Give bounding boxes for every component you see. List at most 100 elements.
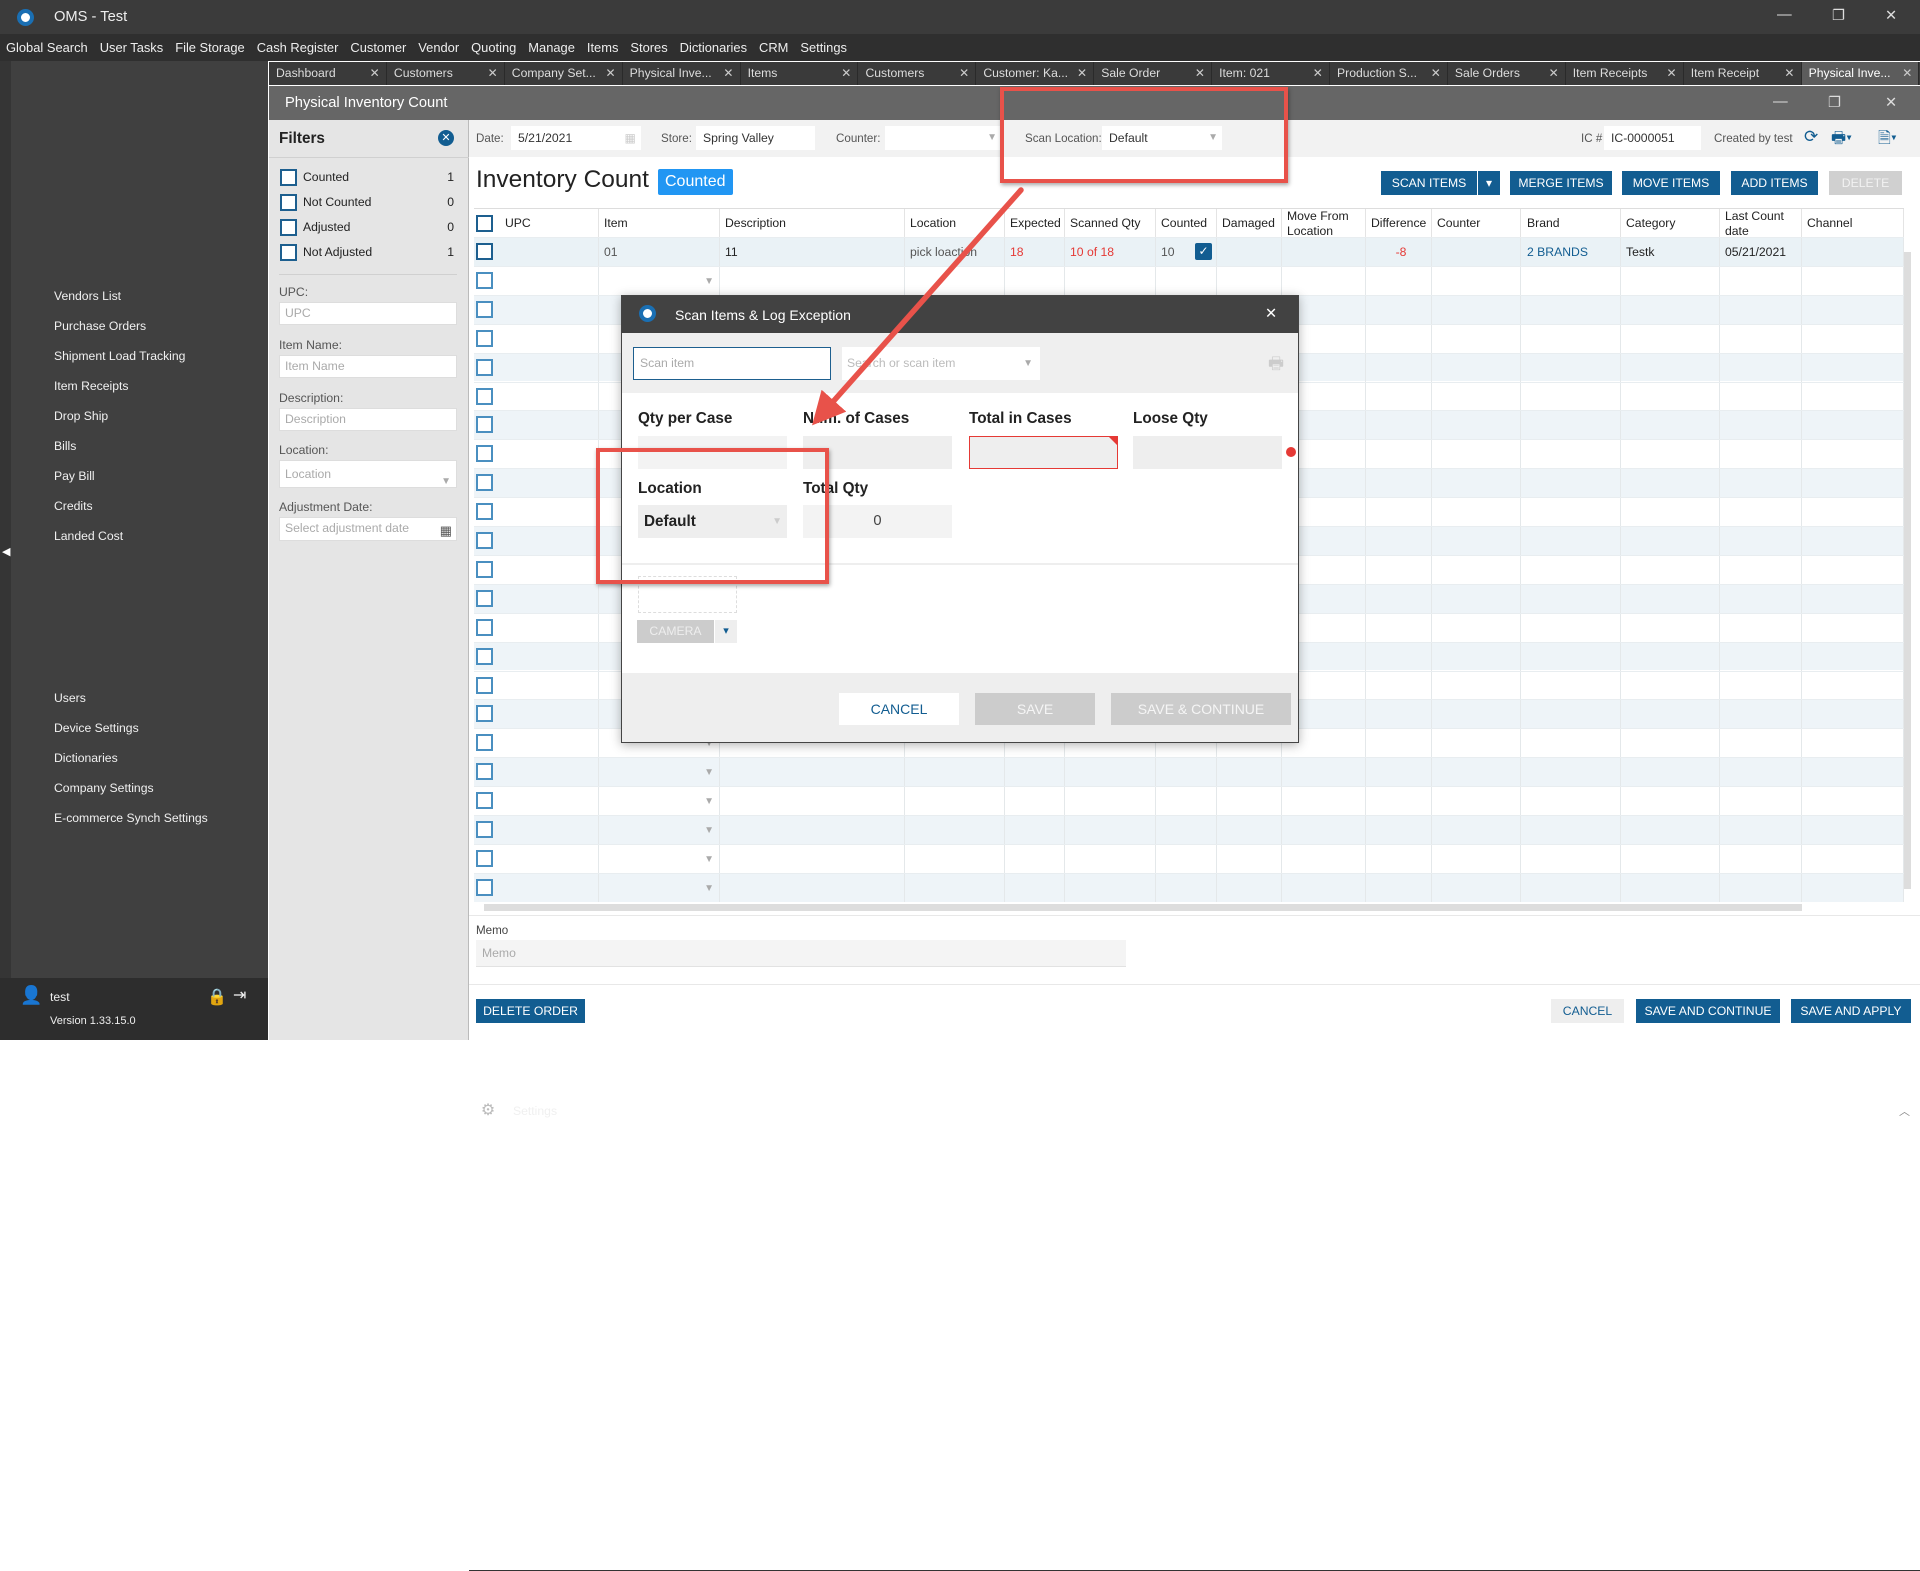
column-header[interactable]: Channel — [1802, 209, 1904, 238]
row-checkbox[interactable] — [476, 474, 493, 492]
menu-item[interactable]: Quoting — [471, 40, 516, 55]
tab-close-icon[interactable]: ✕ — [841, 62, 851, 85]
refresh-icon[interactable]: ⟳ — [1804, 127, 1818, 147]
sidebar-item[interactable]: Device Settings — [11, 712, 268, 743]
tab-close-icon[interactable]: ✕ — [1195, 62, 1205, 85]
row-checkbox[interactable] — [476, 358, 493, 376]
sidebar-item[interactable]: Company Settings — [11, 772, 268, 803]
item-name-input[interactable]: Item Name — [279, 355, 457, 378]
checkbox[interactable] — [280, 193, 297, 211]
tab-close-icon[interactable]: ✕ — [1431, 62, 1441, 85]
checkbox[interactable] — [280, 218, 297, 236]
tab-close-icon[interactable]: ✕ — [959, 62, 969, 85]
column-header[interactable]: Category — [1621, 209, 1720, 238]
row-checkbox[interactable] — [476, 329, 493, 347]
total-in-cases-input[interactable] — [969, 436, 1118, 469]
close-filters-icon[interactable]: ✕ — [438, 130, 454, 146]
tab-close-icon[interactable]: ✕ — [1313, 62, 1323, 85]
row-checkbox[interactable] — [476, 300, 493, 318]
select-all-checkbox[interactable] — [476, 215, 493, 232]
table-row[interactable]: ▼ — [474, 757, 1904, 787]
camera-dropdown-icon[interactable]: ▾ — [715, 620, 737, 643]
minimize-icon[interactable]: — — [1777, 7, 1792, 23]
tab-close-icon[interactable]: ✕ — [1902, 62, 1912, 85]
filter-checkbox-row[interactable]: Not Adjusted 1 — [280, 242, 454, 262]
dialog-cancel-button[interactable]: CANCEL — [839, 693, 959, 725]
menu-item[interactable]: Stores — [630, 40, 667, 55]
chevron-down-icon[interactable]: ▼ — [704, 759, 714, 786]
tab[interactable]: Physical Inve... ✕ — [623, 62, 741, 85]
tab-close-icon[interactable]: ✕ — [1666, 62, 1676, 85]
column-header[interactable]: Brand — [1522, 209, 1621, 238]
tab[interactable]: Sale Order ✕ — [1094, 62, 1213, 85]
tab-close-icon[interactable]: ✕ — [605, 62, 615, 85]
table-row[interactable]: 01 11 pick loaction 18 10 of 18 10 ✓ -8 2 BRANDS… — [474, 237, 1904, 266]
filter-checkbox-row[interactable]: Counted 1 — [280, 167, 454, 187]
tab[interactable]: Company Set... ✕ — [505, 62, 623, 85]
column-header[interactable]: Last Count date — [1720, 209, 1802, 238]
menu-item[interactable]: File Storage — [175, 40, 245, 55]
row-checkbox[interactable] — [476, 243, 493, 260]
row-checkbox[interactable] — [476, 445, 493, 463]
menu-item[interactable]: Manage — [528, 40, 575, 55]
row-checkbox[interactable] — [476, 560, 493, 578]
tab-close-icon[interactable]: ✕ — [370, 62, 380, 85]
tab-close-icon[interactable]: ✕ — [488, 62, 498, 85]
date-input[interactable]: 5/21/2021 ▦ — [511, 126, 641, 150]
row-checkbox[interactable] — [476, 705, 493, 723]
row-checkbox[interactable] — [476, 821, 493, 838]
column-header[interactable]: Item — [599, 209, 720, 238]
loose-qty-input[interactable] — [1133, 436, 1282, 469]
sidebar-item[interactable]: Purchase Orders — [11, 310, 268, 341]
chevron-down-icon[interactable]: ▼ — [704, 875, 714, 902]
search-item-select[interactable]: Search or scan item ▼ — [842, 347, 1040, 380]
tab-close-icon[interactable]: ✕ — [1077, 62, 1087, 85]
sidebar-item[interactable]: Shipment Load Tracking — [11, 340, 268, 371]
tab[interactable]: Item: 021 ✕ — [1212, 62, 1331, 85]
column-header[interactable]: Difference — [1366, 209, 1432, 238]
sidebar-item[interactable]: Item Receipts — [11, 370, 268, 401]
row-checkbox[interactable] — [476, 734, 493, 752]
memo-input[interactable]: Memo — [476, 940, 1126, 967]
tab-close-icon[interactable]: ✕ — [1549, 62, 1559, 85]
column-header[interactable]: Damaged — [1217, 209, 1282, 238]
footer-cancel-button[interactable]: CANCEL — [1551, 999, 1624, 1023]
tab-close-icon[interactable]: ✕ — [723, 62, 733, 85]
window-close-icon[interactable]: ✕ — [1885, 94, 1897, 111]
description-input[interactable]: Description — [279, 408, 457, 431]
move-items-button[interactable]: MOVE ITEMS — [1622, 171, 1720, 195]
merge-items-button[interactable]: MERGE ITEMS — [1510, 171, 1612, 195]
delete-button[interactable]: DELETE — [1829, 171, 1902, 195]
scan-location-select[interactable]: Default ▼ — [1102, 126, 1222, 150]
logout-icon[interactable]: ⇥ — [233, 985, 246, 1005]
cell-brand[interactable]: 2 BRANDS — [1522, 238, 1621, 266]
column-header[interactable]: Location — [905, 209, 1005, 238]
print-icon[interactable]: 🖶▾ — [1831, 127, 1852, 154]
chevron-down-icon[interactable]: ▼ — [704, 817, 714, 844]
dialog-save-button[interactable]: SAVE — [975, 693, 1095, 725]
delete-order-button[interactable]: DELETE ORDER — [476, 999, 585, 1023]
row-checkbox[interactable] — [476, 763, 493, 781]
row-checkbox[interactable] — [476, 878, 493, 896]
table-row[interactable]: ▼ — [474, 843, 1904, 873]
column-header[interactable]: Counter — [1432, 209, 1521, 238]
menu-item[interactable]: User Tasks — [100, 40, 164, 55]
tab[interactable]: Item Receipt ✕ — [1684, 62, 1802, 85]
row-checkbox[interactable] — [476, 503, 493, 521]
chevron-down-icon[interactable]: ▼ — [704, 268, 714, 295]
chevron-down-icon[interactable]: ▼ — [704, 788, 714, 815]
sidebar-item[interactable]: Drop Ship — [11, 400, 268, 431]
row-checkbox[interactable] — [476, 589, 493, 607]
menu-item[interactable]: Global Search — [6, 40, 88, 55]
print-icon[interactable]: 🖶 — [1268, 351, 1284, 380]
column-header[interactable]: Counted — [1156, 209, 1217, 238]
close-icon[interactable]: ✕ — [1885, 7, 1897, 24]
tab[interactable]: Production S... ✕ — [1330, 62, 1448, 85]
window-minimize-icon[interactable]: — — [1773, 94, 1788, 110]
tab[interactable]: Customers ✕ — [387, 62, 505, 85]
tab[interactable]: Customer: Ka... ✕ — [976, 62, 1095, 85]
document-icon[interactable]: 🗎▾ — [1878, 127, 1897, 154]
row-checkbox[interactable] — [476, 792, 493, 810]
window-restore-icon[interactable]: ❐ — [1828, 94, 1841, 111]
save-and-apply-button[interactable]: SAVE AND APPLY — [1791, 999, 1911, 1023]
